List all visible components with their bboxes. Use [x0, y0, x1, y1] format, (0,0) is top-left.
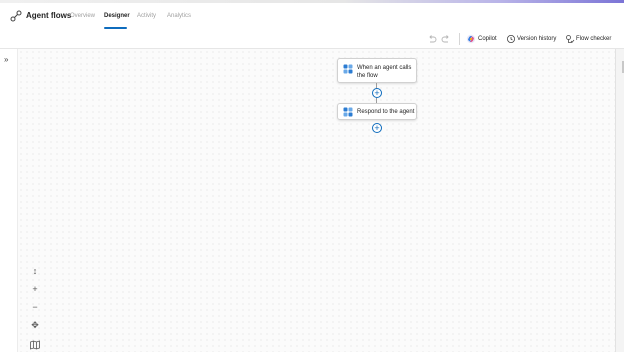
flow-app-icon	[10, 10, 22, 22]
tab-activity[interactable]: Activity	[137, 13, 156, 19]
tab-overview[interactable]: Overview	[70, 13, 95, 19]
fit-vertical-icon[interactable]: ↕	[29, 265, 41, 277]
add-step-button[interactable]: +	[372, 88, 382, 98]
toolbar-separator	[459, 33, 460, 45]
undo-icon[interactable]	[427, 34, 437, 44]
respond-node-label: Respond to the agent	[357, 109, 415, 115]
tab-designer[interactable]: Designer	[104, 13, 130, 19]
respond-node-card[interactable]: Respond to the agent	[337, 103, 417, 120]
designer-canvas[interactable]	[18, 49, 615, 352]
copilot-icon[interactable]	[466, 34, 476, 44]
flow-checker-icon[interactable]	[565, 34, 575, 44]
zoom-out-icon[interactable]: −	[29, 301, 41, 313]
minimap-icon[interactable]	[29, 339, 41, 351]
redo-icon[interactable]	[441, 34, 451, 44]
designer-toolbar: Copilot Version history Flow checker	[0, 29, 624, 49]
expand-panel-icon[interactable]: »	[4, 55, 8, 64]
app-header: Agent flows Overview Designer Activity A…	[0, 3, 624, 29]
version-history-button[interactable]: Version history	[517, 36, 556, 42]
trigger-node-label-line2: the flow	[357, 73, 378, 79]
agent-trigger-icon	[343, 64, 353, 74]
trigger-node-card[interactable]: When an agent calls the flow	[337, 58, 417, 83]
add-step-button[interactable]: +	[372, 123, 382, 133]
app-title: Agent flows	[26, 11, 72, 20]
right-panel-edge[interactable]	[615, 49, 624, 352]
agent-response-icon	[343, 107, 353, 117]
zoom-in-icon[interactable]: +	[29, 283, 41, 295]
trigger-node-label-line1: When an agent calls	[357, 65, 412, 71]
tab-analytics[interactable]: Analytics	[167, 13, 191, 19]
left-rail: »	[0, 49, 18, 352]
flow-checker-button[interactable]: Flow checker	[576, 36, 611, 42]
fit-to-screen-icon[interactable]: ✥	[29, 319, 41, 331]
history-icon[interactable]	[506, 34, 516, 44]
canvas-controls: ↕ + − ✥	[26, 262, 43, 352]
copilot-button[interactable]: Copilot	[478, 36, 497, 42]
